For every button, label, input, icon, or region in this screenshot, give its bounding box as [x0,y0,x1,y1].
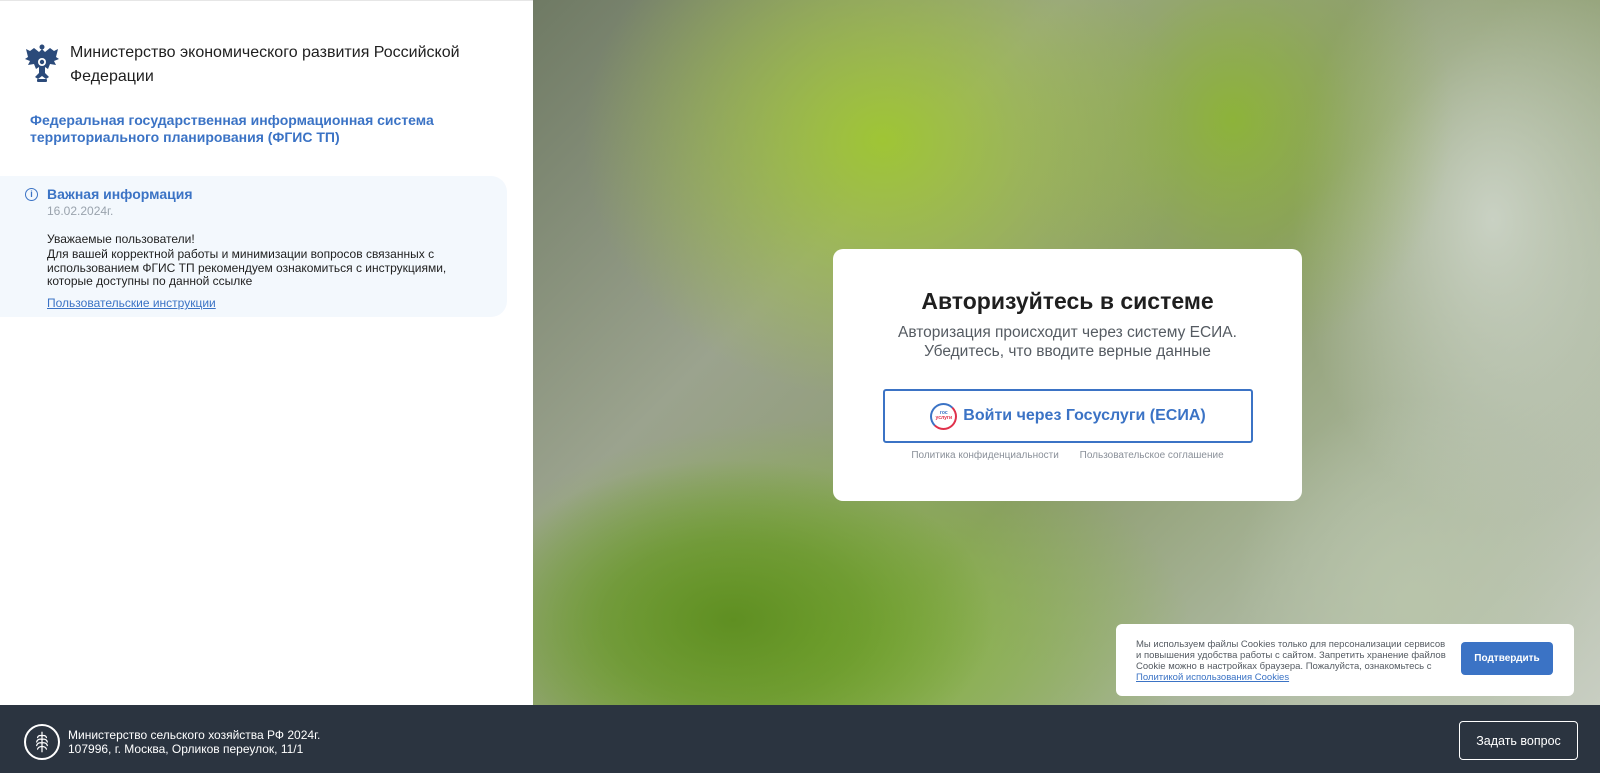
ministry-header: Министерство экономического развития Рос… [22,41,470,89]
ask-question-button[interactable]: Задать вопрос [1459,721,1578,760]
privacy-policy-link[interactable]: Политика конфиденциальности [911,450,1059,461]
user-agreement-link[interactable]: Пользовательское соглашение [1080,450,1224,461]
auth-links: Политика конфиденциальности Пользователь… [833,450,1302,461]
footer: Министерство сельского хозяйства РФ 2024… [0,705,1600,773]
cookie-policy-link[interactable]: Политикой использования Cookies [1136,672,1289,683]
auth-subtitle-line2: Убедитесь, что вводите верные данные [924,343,1211,360]
auth-subtitle: Авторизация происходит через систему ЕСИ… [833,323,1302,361]
system-title: Федеральная государственная информационн… [30,112,434,145]
wheat-emblem-icon [24,724,60,760]
cookie-text: Мы используем файлы Cookies только для п… [1136,639,1446,683]
auth-title: Авторизуйтесь в системе [921,288,1214,314]
esia-login-label: Войти через Госуслуги (ЕСИА) [963,407,1206,424]
info-text: Для вашей корректной работы и минимизаци… [47,247,447,288]
cookie-banner: Мы используем файлы Cookies только для п… [1116,624,1574,696]
auth-subtitle-line1: Авторизация происходит через систему ЕСИ… [898,324,1237,341]
esia-login-button[interactable]: гос услуги Войти через Госуслуги (ЕСИА) [883,389,1253,443]
footer-line2: 107996, г. Москва, Орликов переулок, 11/… [68,742,304,756]
gosuslugi-logo-text-bottom: услуги [935,415,953,421]
double-headed-eagle-emblem-icon [25,44,59,82]
left-panel: Министерство экономического развития Рос… [0,0,533,705]
auth-card: Авторизуйтесь в системе Авторизация прои… [833,249,1302,501]
info-icon: i [25,188,38,201]
info-greeting: Уважаемые пользователи! [47,232,195,246]
gosuslugi-logo-icon: гос услуги [930,402,958,430]
footer-line1: Министерство сельского хозяйства РФ 2024… [68,728,321,742]
cookie-message: Мы используем файлы Cookies только для п… [1136,639,1446,672]
info-title: Важная информация [47,186,193,202]
ministry-name: Министерство экономического развития Рос… [70,44,460,85]
user-instructions-link[interactable]: Пользовательские инструкции [47,296,216,310]
important-info-card: i Важная информация 16.02.2024г. Уважаем… [0,176,507,317]
cookie-confirm-button[interactable]: Подтвердить [1461,642,1553,675]
footer-address: Министерство сельского хозяйства РФ 2024… [68,728,320,756]
info-date: 16.02.2024г. [47,204,114,218]
